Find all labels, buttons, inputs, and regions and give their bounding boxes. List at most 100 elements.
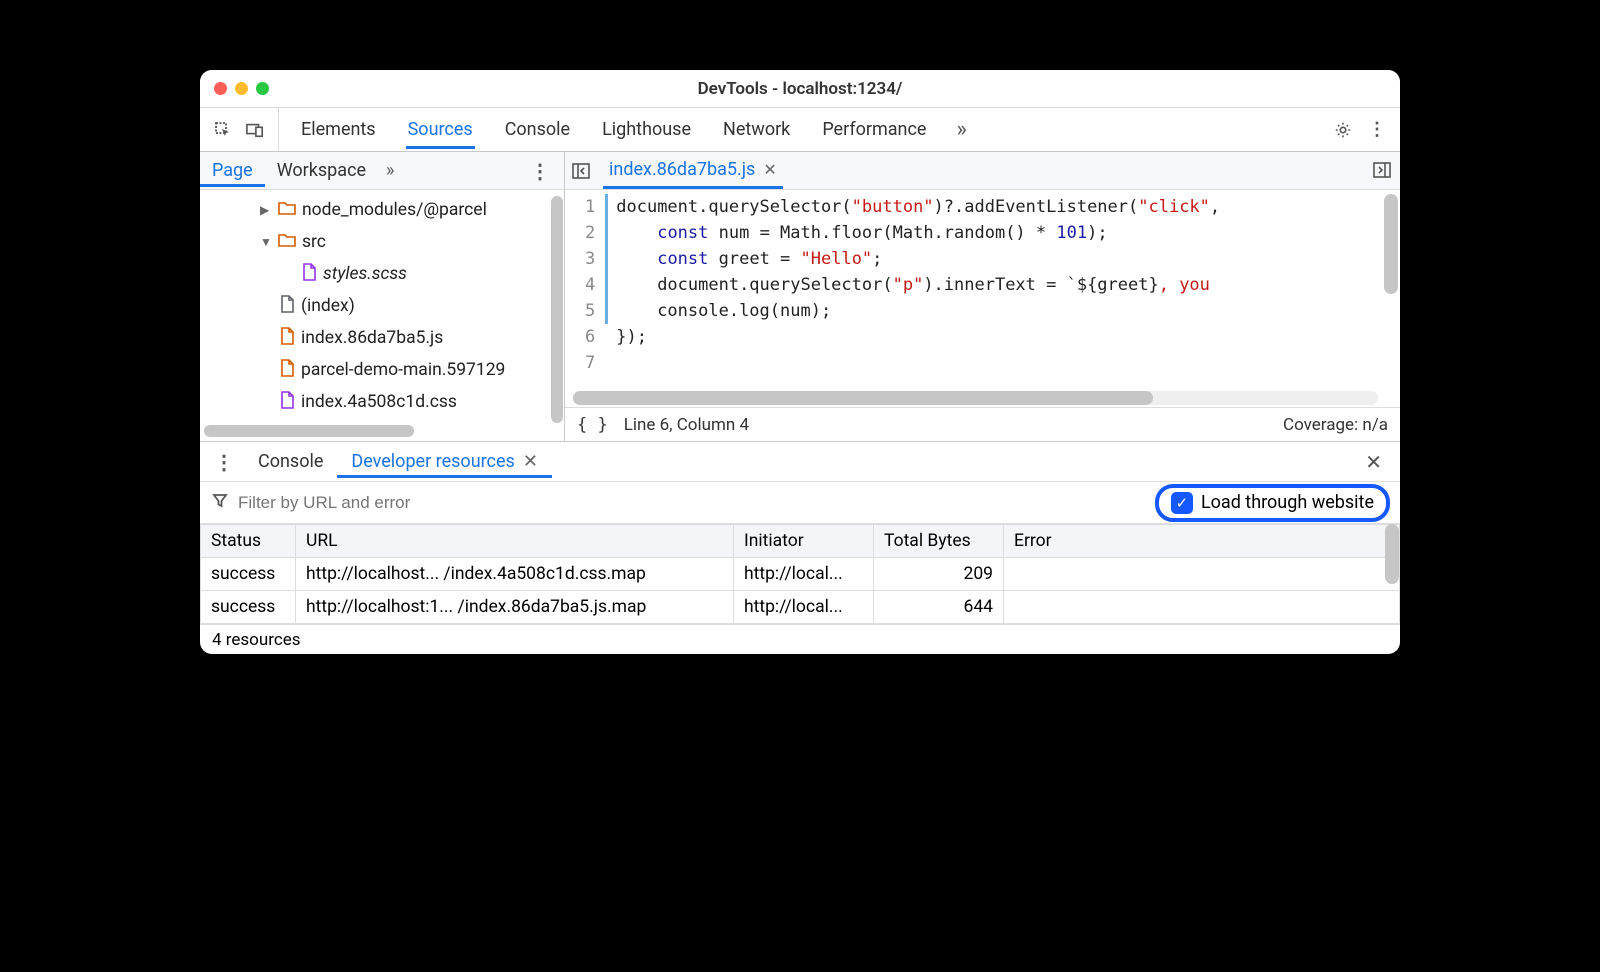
- tree-item-label: styles.scss: [323, 264, 407, 284]
- tree-item[interactable]: index.86da7ba5.js: [200, 322, 564, 354]
- navigator-menu-icon[interactable]: ⋮: [516, 159, 564, 183]
- tab-lighthouse[interactable]: Lighthouse: [600, 110, 693, 149]
- nav-tabs-overflow-icon[interactable]: »: [386, 160, 394, 181]
- resources-count: 4 resources: [212, 630, 301, 650]
- close-window-button[interactable]: [214, 82, 227, 95]
- line-number[interactable]: 3: [585, 246, 595, 272]
- folder-icon: [278, 200, 296, 220]
- tab-elements[interactable]: Elements: [299, 110, 378, 149]
- minimize-window-button[interactable]: [235, 82, 248, 95]
- show-debugger-icon[interactable]: [1372, 160, 1392, 180]
- col-initiator[interactable]: Initiator: [734, 525, 874, 558]
- editor-tab-active[interactable]: index.86da7ba5.js ✕: [603, 153, 783, 189]
- col-url[interactable]: URL: [296, 525, 734, 558]
- code-editor[interactable]: 1234567 document.querySelector("button")…: [565, 190, 1400, 407]
- file-icon: [280, 359, 295, 382]
- navigator-h-scrollbar[interactable]: [204, 425, 414, 437]
- tree-item[interactable]: (index): [200, 290, 564, 322]
- drawer-tab-developer-resources[interactable]: Developer resources ✕: [337, 445, 552, 478]
- col-total-bytes[interactable]: Total Bytes: [874, 525, 1004, 558]
- editor-tab-label: index.86da7ba5.js: [609, 159, 755, 180]
- load-through-website-label: Load through website: [1201, 492, 1374, 513]
- close-tab-icon[interactable]: ✕: [763, 160, 776, 179]
- editor-tabs: index.86da7ba5.js ✕: [565, 152, 1400, 190]
- navigator-v-scrollbar[interactable]: [551, 196, 563, 423]
- navigator-pane: Page Workspace » ⋮ ▶ node_modules/@parcel…: [200, 152, 565, 441]
- line-number[interactable]: 7: [585, 350, 595, 376]
- table-row[interactable]: successhttp://localhost:1... /index.86da…: [201, 591, 1400, 624]
- drawer-menu-icon[interactable]: ⋮: [204, 450, 244, 474]
- more-menu-icon[interactable]: ⋮: [1368, 121, 1386, 139]
- line-number[interactable]: 4: [585, 272, 595, 298]
- tabs-overflow-icon[interactable]: »: [956, 117, 966, 142]
- code-line[interactable]: document.querySelector("button")?.addEve…: [616, 194, 1220, 220]
- window-title: DevTools - localhost:1234/: [200, 79, 1400, 99]
- code-line[interactable]: console.log(num);: [616, 298, 1220, 324]
- filter-input[interactable]: [238, 493, 1145, 513]
- drawer-tabs: ⋮ Console Developer resources ✕ ✕: [200, 442, 1400, 482]
- col-error[interactable]: Error: [1004, 525, 1400, 558]
- line-number[interactable]: 1: [585, 194, 595, 220]
- tab-console[interactable]: Console: [503, 110, 572, 149]
- cell-url: http://localhost:1... /index.86da7ba5.js…: [296, 591, 734, 624]
- tab-sources[interactable]: Sources: [406, 110, 475, 149]
- line-number[interactable]: 2: [585, 220, 595, 246]
- tree-item[interactable]: styles.scss: [200, 258, 564, 290]
- cell-initiator: http://local...: [734, 558, 874, 591]
- nav-tab-workspace[interactable]: Workspace: [265, 154, 378, 187]
- editor-h-scrollbar[interactable]: [573, 391, 1378, 405]
- close-drawer-tab-icon[interactable]: ✕: [523, 451, 538, 472]
- resources-table[interactable]: Status URL Initiator Total Bytes Error s…: [200, 524, 1400, 624]
- line-number[interactable]: 5: [585, 298, 595, 324]
- filter-bar: ✓ Load through website: [200, 482, 1400, 524]
- cell-status: success: [201, 591, 296, 624]
- line-number[interactable]: 6: [585, 324, 595, 350]
- col-status[interactable]: Status: [201, 525, 296, 558]
- code-line[interactable]: document.querySelector("p").innerText = …: [616, 272, 1220, 298]
- load-through-website-checkbox[interactable]: ✓: [1171, 492, 1193, 514]
- resources-table-wrapper: Status URL Initiator Total Bytes Error s…: [200, 524, 1400, 624]
- zoom-window-button[interactable]: [256, 82, 269, 95]
- nav-tab-page[interactable]: Page: [200, 154, 265, 187]
- file-tree[interactable]: ▶ node_modules/@parcel ▼src styles.scss (ind…: [200, 190, 564, 441]
- drawer-panel: ⋮ Console Developer resources ✕ ✕ ✓ Load…: [200, 442, 1400, 654]
- code-line[interactable]: });: [616, 324, 1220, 350]
- drawer-tab-devres-label: Developer resources: [351, 451, 514, 472]
- inspect-element-icon[interactable]: [214, 121, 232, 139]
- code-line[interactable]: const greet = "Hello";: [616, 246, 1220, 272]
- coverage-status: Coverage: n/a: [1283, 415, 1388, 435]
- show-navigator-icon[interactable]: [571, 161, 591, 181]
- sources-panel: Page Workspace » ⋮ ▶ node_modules/@parcel…: [200, 152, 1400, 442]
- tree-item[interactable]: index.4a508c1d.css: [200, 386, 564, 418]
- tree-item[interactable]: ▶ node_modules/@parcel: [200, 194, 564, 226]
- tab-performance[interactable]: Performance: [820, 110, 928, 149]
- file-icon: [280, 327, 295, 350]
- tree-arrow-icon[interactable]: ▶: [260, 203, 272, 217]
- cell-error: [1004, 558, 1400, 591]
- table-row[interactable]: successhttp://localhost... /index.4a508c…: [201, 558, 1400, 591]
- file-icon: [280, 391, 295, 414]
- device-toolbar-icon[interactable]: [246, 121, 264, 139]
- code-line[interactable]: const num = Math.floor(Math.random() * 1…: [616, 220, 1220, 246]
- tree-item-label: (index): [301, 296, 355, 316]
- close-drawer-icon[interactable]: ✕: [1351, 450, 1396, 474]
- code-content[interactable]: document.querySelector("button")?.addEve…: [608, 190, 1220, 407]
- window-titlebar: DevTools - localhost:1234/: [200, 70, 1400, 108]
- load-through-website-highlight: ✓ Load through website: [1155, 484, 1390, 522]
- tree-item[interactable]: ▼src: [200, 226, 564, 258]
- drawer-tab-console[interactable]: Console: [244, 445, 337, 478]
- tree-item[interactable]: parcel-demo-main.597129: [200, 354, 564, 386]
- tab-network[interactable]: Network: [721, 110, 792, 149]
- drawer-status-bar: 4 resources: [200, 624, 1400, 654]
- file-icon: [302, 263, 317, 286]
- editor-v-scrollbar[interactable]: [1384, 194, 1398, 294]
- cursor-position: Line 6, Column 4: [624, 415, 749, 435]
- tree-arrow-icon[interactable]: ▼: [260, 235, 272, 249]
- table-v-scrollbar[interactable]: [1385, 524, 1399, 584]
- tree-item-label: parcel-demo-main.597129: [301, 360, 505, 380]
- tree-item-label: node_modules/@parcel: [302, 200, 487, 220]
- settings-gear-icon[interactable]: [1334, 121, 1352, 139]
- cell-initiator: http://local...: [734, 591, 874, 624]
- pretty-print-icon[interactable]: { }: [577, 415, 608, 435]
- devtools-window: DevTools - localhost:1234/ Elements Sour…: [200, 70, 1400, 654]
